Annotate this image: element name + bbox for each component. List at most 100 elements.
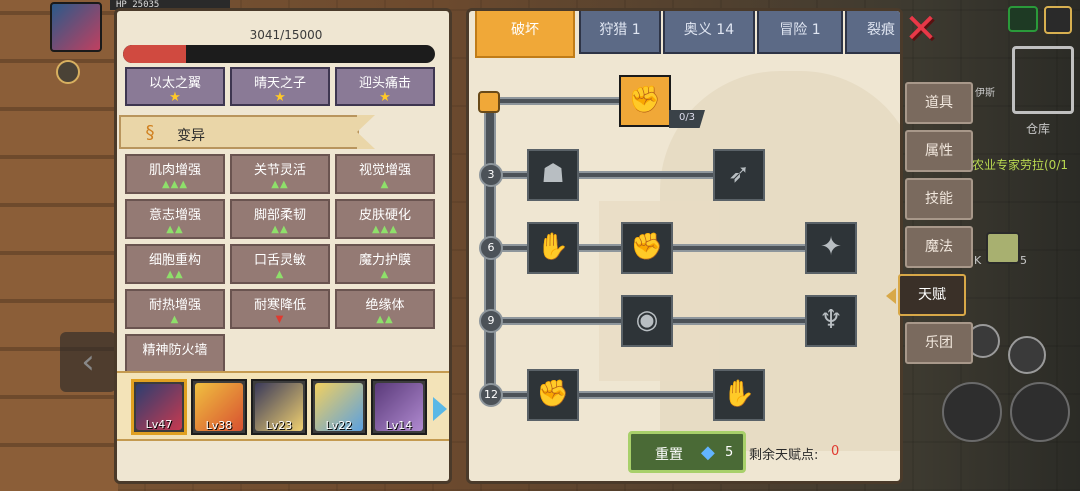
remaining-points-value: 0 <box>831 444 840 459</box>
reset-label: 重置 <box>655 447 683 463</box>
party-member-level: Lv14 <box>385 419 413 432</box>
close-icon[interactable]: ✕ <box>903 9 939 49</box>
trait-label: 以太之翼 <box>148 76 201 91</box>
dna-icon: § <box>145 122 155 143</box>
reset-cost: 5 <box>725 445 734 460</box>
party-member-level: Lv38 <box>205 419 233 432</box>
mutation-button[interactable]: 意志增强 ▲▲ <box>125 199 225 239</box>
mutation-button[interactable]: 视觉增强 ▲ <box>335 154 435 194</box>
mutation-label: 意志增强 <box>148 208 201 223</box>
party-member-slot[interactable]: Lv22 <box>311 379 367 435</box>
trait-button[interactable]: 以太之翼 ★ <box>125 67 225 106</box>
menu-talent[interactable]: 天赋 <box>886 274 966 316</box>
tab-destroy[interactable]: 破坏 <box>475 11 575 58</box>
mutation-button[interactable]: 关节灵活 ▲▲ <box>230 154 330 194</box>
helmet-icon[interactable] <box>1008 336 1046 374</box>
level-up-marks: ▲ <box>380 179 390 190</box>
network-icon[interactable] <box>1008 6 1038 32</box>
tab-hunt[interactable]: 狩猎 1 <box>579 11 661 54</box>
body-icon[interactable]: ☗ <box>527 149 579 201</box>
mutation-button[interactable]: 肌肉增强 ▲▲▲ <box>125 154 225 194</box>
menu-skills[interactable]: 技能 <box>905 178 973 220</box>
move-left-arrow-icon[interactable]: ‹ <box>60 332 116 392</box>
menu-magic[interactable]: 魔法 <box>905 226 973 268</box>
party-member-level: Lv23 <box>265 419 293 432</box>
level-up-marks: ▲▲ <box>376 314 394 325</box>
party-member-slot[interactable]: Lv14 <box>371 379 427 435</box>
level-up-marks: ▲▲ <box>166 269 184 280</box>
mutation-button[interactable]: 精神防火墙 <box>125 334 225 374</box>
magic-hand-icon[interactable]: ✋ <box>527 222 579 274</box>
handshake-icon[interactable]: ✊ <box>619 75 671 127</box>
bat-wave-icon[interactable]: ♆ <box>805 295 857 347</box>
mutation-label: 细胞重构 <box>148 253 201 268</box>
player-avatar[interactable] <box>50 2 102 52</box>
talent-points-counter: 0/3 <box>669 110 705 128</box>
bow-attack-icon[interactable] <box>1010 382 1070 442</box>
trait-label: 迎头痛击 <box>358 76 411 91</box>
tab-adventure[interactable]: 冒险 1 <box>757 11 843 54</box>
star-icon: ★ <box>379 90 391 105</box>
category-label: 变异 <box>177 128 205 144</box>
mutation-button[interactable]: 口舌灵敏 ▲ <box>230 244 330 284</box>
tab-rift[interactable]: 裂痕 <box>845 11 900 54</box>
experience-bar-fill <box>123 45 187 63</box>
party-member-slot[interactable]: Lv47 <box>131 379 187 435</box>
party-next-arrow-icon[interactable] <box>433 397 447 421</box>
gauntlet-icon[interactable]: ✋ <box>713 369 765 421</box>
menu-band[interactable]: 乐团 <box>905 322 973 364</box>
mutation-label: 精神防火墙 <box>142 343 208 358</box>
mutation-label: 耐寒降低 <box>253 298 306 313</box>
blade-splash-icon[interactable]: ✦ <box>805 222 857 274</box>
mutation-button[interactable]: 绝缘体 ▲▲ <box>335 289 435 329</box>
trait-button[interactable]: 晴天之子 ★ <box>230 67 330 106</box>
mutation-label: 关节灵活 <box>253 163 306 178</box>
mutation-button[interactable]: 魔力护膜 ▲ <box>335 244 435 284</box>
tier-marker: 9 <box>479 309 503 333</box>
mutation-label: 耐热增强 <box>148 298 201 313</box>
tier-marker: 3 <box>479 163 503 187</box>
tab-mystery[interactable]: 奥义 14 <box>663 11 755 54</box>
trait-button[interactable]: 迎头痛击 ★ <box>335 67 435 106</box>
item-count: 5 <box>1020 254 1027 267</box>
mutation-button[interactable]: 皮肤硬化 ▲▲▲ <box>335 199 435 239</box>
quest-tracker-text[interactable]: 农业专家劳拉(0/1 <box>972 156 1068 173</box>
mutation-button[interactable]: 耐寒降低 ▼ <box>230 289 330 329</box>
mutation-button[interactable]: 脚部柔韧 ▲▲ <box>230 199 330 239</box>
mutation-label: 绝缘体 <box>365 298 405 313</box>
npc-name-label: 伊斯 <box>975 88 995 99</box>
party-member-slot[interactable]: Lv38 <box>191 379 247 435</box>
experience-text: 3041/15000 <box>249 28 323 42</box>
chest-icon[interactable] <box>986 232 1020 264</box>
raised-fist-icon[interactable]: ✊ <box>527 369 579 421</box>
sword-attack-icon[interactable] <box>942 382 1002 442</box>
mutation-button[interactable]: 耐热增强 ▲ <box>125 289 225 329</box>
mutation-label: 视觉增强 <box>358 163 411 178</box>
star-icon: ★ <box>169 90 181 105</box>
mutation-button[interactable]: 细胞重构 ▲▲ <box>125 244 225 284</box>
mutation-label: 皮肤硬化 <box>358 208 411 223</box>
tier-marker: 12 <box>479 383 503 407</box>
mutation-label: 口舌灵敏 <box>253 253 306 268</box>
party-member-level: Lv47 <box>145 418 173 431</box>
tree-root-marker <box>478 91 500 113</box>
buff-icon[interactable] <box>56 60 80 84</box>
remaining-points-label: 剩余天赋点: <box>749 448 819 463</box>
ripple-icon[interactable]: ◉ <box>621 295 673 347</box>
star-icon: ★ <box>274 90 286 105</box>
minimap-room <box>1012 46 1074 114</box>
level-up-marks: ▲▲▲ <box>161 179 189 190</box>
menu-items[interactable]: 道具 <box>905 82 973 124</box>
menu-attributes[interactable]: 属性 <box>905 130 973 172</box>
tier-marker: 6 <box>479 236 503 260</box>
diamond-icon: ◆ <box>701 442 715 463</box>
trait-grid: 以太之翼 ★ 晴天之子 ★ 迎头痛击 ★ <box>125 67 435 106</box>
exit-icon[interactable] <box>1044 6 1072 34</box>
punch-icon[interactable]: ✊ <box>621 222 673 274</box>
warehouse-label: 仓库 <box>1026 122 1051 136</box>
reset-talents-button[interactable]: 重置 ◆ 5 <box>628 431 746 473</box>
level-up-marks: ▲▲▲ <box>371 224 399 235</box>
arrow-hit-icon[interactable]: ➶ <box>713 149 765 201</box>
level-up-marks: ▲ <box>380 269 390 280</box>
party-member-slot[interactable]: Lv23 <box>251 379 307 435</box>
